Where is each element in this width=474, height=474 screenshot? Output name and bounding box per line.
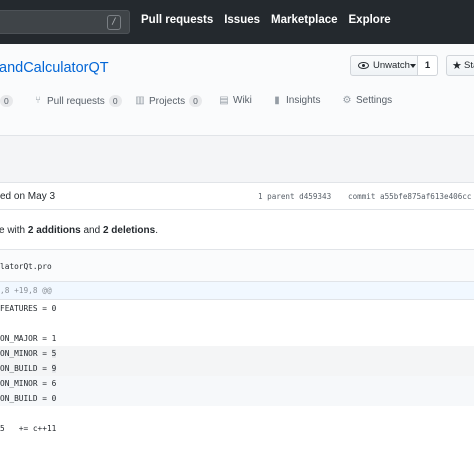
nav-issues[interactable]: Issues xyxy=(224,14,260,26)
pull-request-icon: ⑂ xyxy=(35,95,41,106)
book-icon: ▤ xyxy=(219,94,229,106)
summary-middle: and xyxy=(80,225,103,236)
unwatch-label: Unwatch xyxy=(373,60,410,71)
hunk-header: ,8 +19,8 @@ xyxy=(0,282,474,300)
repo-header: andCalculatorQT Unwatch 1 ★ Sta xyxy=(0,44,474,136)
repo-name-link[interactable]: andCalculatorQT xyxy=(0,60,109,76)
diff-line-added: ON_BUILD = 0 xyxy=(0,391,474,406)
nav-pull-requests[interactable]: Pull requests xyxy=(141,14,213,26)
diff-change-highlight: 9 xyxy=(51,364,57,373)
tab-wiki[interactable]: ▤ Wiki xyxy=(219,95,252,106)
diff-line: 5 += c++11 xyxy=(0,424,57,433)
diff-line: ON_MAJOR = 1 xyxy=(0,334,57,343)
watchers-count[interactable]: 1 xyxy=(418,55,438,76)
diff-line xyxy=(0,406,474,421)
file-header: latorQt.pro xyxy=(0,250,474,282)
chevron-down-icon xyxy=(410,64,416,68)
repo-tabs: 0 ⑂ Pull requests 0 ▥ Projects 0 ▤ Wiki … xyxy=(0,95,474,109)
commit-sha: commit a55bfe875af613e406cc xyxy=(348,192,472,201)
commit-meta-bar: ed on May 3 1 parent d459343 commit a55b… xyxy=(0,182,474,210)
diff-line xyxy=(0,316,474,331)
project-icon: ▥ xyxy=(135,95,145,106)
summary-additions: 2 additions xyxy=(27,225,81,236)
graph-icon: ▮ xyxy=(274,94,280,106)
summary-deletions: 2 deletions xyxy=(102,225,156,236)
diff-line-text: ON_BUILD = xyxy=(0,364,52,373)
gear-icon: ⚙ xyxy=(342,94,352,106)
tab-insights[interactable]: ▮ Insights xyxy=(272,95,320,106)
star-label: Sta xyxy=(464,60,474,71)
global-nav: Pull requests Issues Marketplace Explore xyxy=(141,14,402,26)
tab-projects[interactable]: ▥ Projects 0 xyxy=(135,95,202,107)
tab-settings-label: Settings xyxy=(356,95,393,106)
diff-line-removed: ON_BUILD = 9 xyxy=(0,361,474,376)
projects-counter: 0 xyxy=(189,95,202,107)
summary-prefix: e with xyxy=(0,225,28,236)
search-input[interactable]: / xyxy=(0,10,130,34)
search-shortcut-key: / xyxy=(107,15,121,30)
diff-summary: e with 2 additions and 2 deletions. xyxy=(0,225,158,236)
file-diff: latorQt.pro ,8 +19,8 @@ FEATURES = 0 ON_… xyxy=(0,249,474,474)
eye-icon xyxy=(358,62,369,69)
tab-pull-requests[interactable]: ⑂ Pull requests 0 xyxy=(33,95,122,107)
nav-explore[interactable]: Explore xyxy=(349,14,391,26)
diff-line-text: ON_MINOR = xyxy=(0,349,52,358)
star-icon: ★ xyxy=(452,60,462,72)
diff-change-highlight: 5 xyxy=(51,349,57,358)
top-navbar: / Pull requests Issues Marketplace Explo… xyxy=(0,0,474,44)
diff-line-removed: ON_MINOR = 5 xyxy=(0,346,474,361)
commit-authored-date: ed on May 3 xyxy=(0,191,56,202)
pull-requests-counter: 0 xyxy=(108,95,122,107)
file-name[interactable]: latorQt.pro xyxy=(0,262,52,271)
tab-pull-requests-label: Pull requests xyxy=(47,95,105,107)
tab-wiki-label: Wiki xyxy=(233,95,252,106)
tab-settings[interactable]: ⚙ Settings xyxy=(342,94,393,106)
summary-suffix: . xyxy=(155,225,158,236)
tab-issues[interactable]: 0 xyxy=(0,95,13,107)
diff-line: FEATURES = 0 xyxy=(0,304,57,313)
unwatch-button[interactable]: Unwatch xyxy=(350,55,418,76)
commit-title-box xyxy=(0,136,474,182)
hunk-range: ,8 +19,8 @@ xyxy=(0,286,52,295)
issues-counter: 0 xyxy=(0,95,13,107)
commit-parent[interactable]: 1 parent d459343 xyxy=(258,192,331,201)
tab-projects-label: Projects xyxy=(149,95,186,107)
nav-marketplace[interactable]: Marketplace xyxy=(271,14,337,26)
diff-line-added: ON_MINOR = 6 xyxy=(0,376,474,391)
star-button[interactable]: ★ Sta xyxy=(446,55,474,76)
tab-insights-label: Insights xyxy=(286,95,321,106)
